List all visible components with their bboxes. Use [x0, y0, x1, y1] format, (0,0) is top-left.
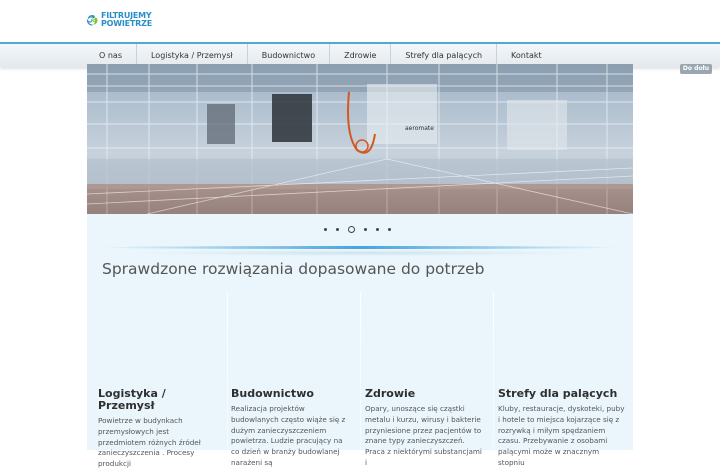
swirl-logo-icon [86, 15, 98, 26]
feature-text: Powietrze w budynkach przemysłowych jest… [98, 416, 201, 469]
feature-title[interactable]: Budownictwo [231, 388, 343, 400]
feature-text: Realizacja projektów budowlanych często … [231, 404, 346, 467]
slider-dot-1[interactable] [324, 228, 327, 231]
slider-dot-6[interactable] [388, 228, 391, 231]
slider-dot-2[interactable] [336, 228, 339, 231]
feature-text: Kluby, restauracje, dyskoteki, puby i ho… [498, 404, 625, 467]
header: FILTRUJEMY POWIETRZE [0, 0, 720, 43]
logo-text-line2: POWIETRZE [100, 19, 152, 28]
feature-column-zdrowie: Zdrowie Opary, unoszące się cząstki meta… [360, 292, 490, 467]
feature-title[interactable]: Strefy dla palących [498, 388, 623, 400]
slider-dot-4[interactable] [364, 228, 367, 231]
feature-column-budownictwo: Budownictwo Realizacja projektów budowla… [227, 292, 357, 467]
slider-dot-5[interactable] [376, 228, 379, 231]
banner-text: aeromate [405, 125, 434, 132]
hero-image: aeromate [87, 64, 633, 214]
feature-title[interactable]: Logistyka / Przemysł [98, 388, 210, 412]
divider [99, 246, 621, 249]
feature-columns: Logistyka / Przemysł Powietrze w budynka… [87, 292, 633, 469]
back-to-top-button[interactable]: Do dołu [679, 64, 712, 74]
logo[interactable]: FILTRUJEMY POWIETRZE [86, 5, 152, 35]
feature-column-logistyka: Logistyka / Przemysł Powietrze w budynka… [87, 292, 217, 469]
feature-text: Opary, unoszące się cząstki metalu i kur… [365, 404, 482, 467]
hero-slider[interactable]: aeromate [87, 64, 633, 214]
slider-dot-3[interactable] [348, 226, 355, 233]
section-headline: Sprawdzone rozwiązania dopasowane do pot… [102, 260, 485, 278]
feature-column-strefy: Strefy dla palących Kluby, restauracje, … [493, 292, 624, 467]
main-content: aeromate Sprawdzone rozwiązania dopasowa… [87, 64, 633, 469]
feature-title[interactable]: Zdrowie [365, 388, 477, 400]
